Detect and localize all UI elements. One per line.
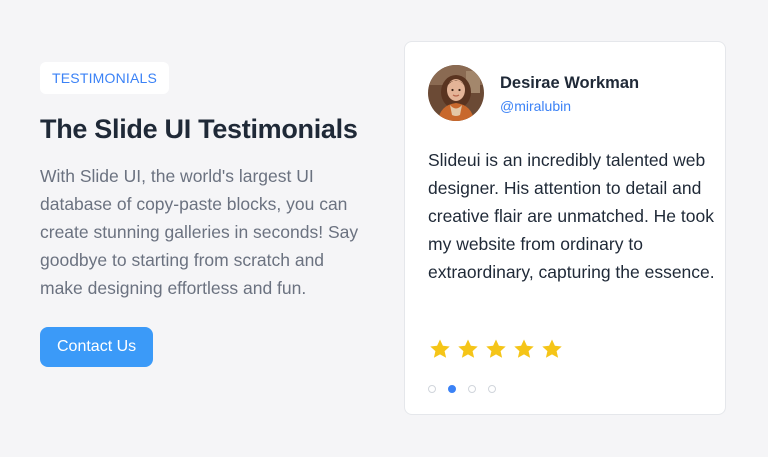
star-icon — [456, 337, 480, 366]
hero-section: TESTIMONIALS The Slide UI Testimonials W… — [40, 62, 370, 367]
star-icon — [540, 337, 564, 366]
star-icon — [512, 337, 536, 366]
carousel-dot[interactable] — [448, 385, 456, 393]
star-rating — [428, 337, 564, 366]
testimonial-card: Desirae Workman @miralubin Slideui is an… — [404, 41, 726, 415]
testimonial-quote: Slideui is an incredibly talented web de… — [428, 150, 715, 282]
star-icon — [428, 337, 452, 366]
star-icon — [484, 337, 508, 366]
avatar — [428, 65, 484, 121]
carousel-dots — [428, 385, 496, 393]
hero-description: With Slide UI, the world's largest UI da… — [40, 166, 359, 298]
reviewer-handle[interactable]: @miralubin — [500, 97, 571, 115]
section-tag: TESTIMONIALS — [40, 62, 170, 94]
page-title: The Slide UI Testimonials — [40, 114, 358, 144]
carousel-dot[interactable] — [468, 385, 476, 393]
contact-us-button[interactable]: Contact Us — [40, 327, 154, 367]
carousel-dot[interactable] — [428, 385, 436, 393]
avatar-photo-icon — [428, 65, 484, 121]
reviewer-name: Desirae Workman — [500, 74, 640, 92]
carousel-dot[interactable] — [488, 385, 496, 393]
